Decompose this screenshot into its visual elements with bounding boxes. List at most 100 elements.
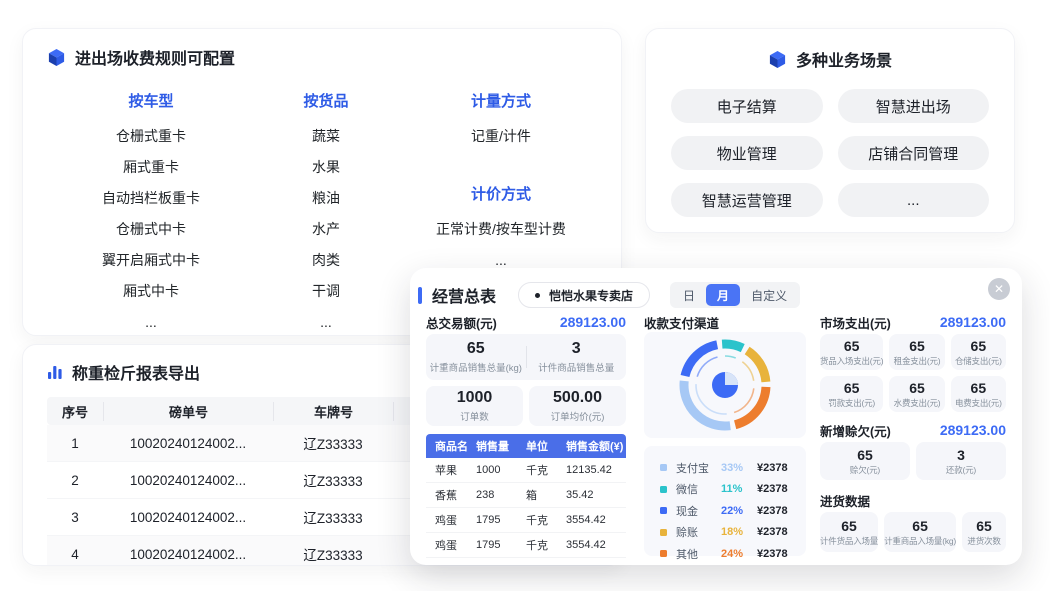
weighing-report-title-row: 称重检斤报表导出 [47, 360, 200, 384]
product-sales-table: 商品名 销售量 单位 销售金额(¥) 苹果 1000 千克 12135.42 香… [426, 434, 626, 558]
fee-item: 正常计费/按车型计费 [411, 214, 591, 245]
fee-item: 自动挡栏板重卡 [61, 183, 241, 214]
expense-card: 65 水费支出(元) [889, 376, 944, 412]
legend-swatch [660, 550, 667, 557]
cell-plate-no: 辽Z33333 [273, 544, 393, 564]
avg-order-card: 500.00 订单均价(元) [529, 386, 626, 426]
cell-plate-no: 辽Z33333 [273, 507, 393, 527]
legend-item-cash: 现金 22% ¥2378 [660, 500, 790, 522]
product-row: 鸡蛋 1795 千克 3554.42 [426, 508, 626, 533]
expense-card: 65 货品入场支出(元) [820, 334, 883, 370]
weight-sales-stat: 65 计重商品销售总量(kg) [426, 340, 526, 374]
fee-col-vehicle-header: 按车型 [61, 87, 241, 121]
fee-item: 粮油 [261, 183, 391, 214]
purchase-card: 65 计件货品入场量 [820, 512, 878, 552]
scenario-button-electronic-settlement[interactable]: 电子结算 [671, 89, 823, 123]
scenario-button-smart-operation[interactable]: 智慧运营管理 [671, 183, 823, 217]
product-row: 苹果 1000 千克 12135.42 [426, 458, 626, 483]
fee-column-goods: 按货品 蔬菜 水果 粮油 水产 肉类 干调 ... [261, 87, 391, 338]
fee-item: 仓栅式重卡 [61, 121, 241, 152]
legend-item-credit: 赊账 18% ¥2378 [660, 522, 790, 544]
product-row: 香蕉 238 箱 35.42 [426, 483, 626, 508]
purchase-data-label: 进货数据 [820, 491, 870, 510]
cell-ticket-no: 10020240124002... [103, 510, 273, 525]
fee-item-more: ... [61, 307, 241, 338]
fee-item: 仓栅式中卡 [61, 214, 241, 245]
scenarios-title: 多种业务场景 [796, 47, 892, 71]
fee-rules-title: 进出场收费规则可配置 [75, 45, 235, 69]
legend-swatch [660, 486, 667, 493]
summary-col-transactions: 总交易额(元) 289123.00 65 计重商品销售总量(kg) 3 计件商品… [426, 268, 626, 565]
fee-col-measure-header: 计量方式 [411, 87, 591, 121]
fee-item: 蔬菜 [261, 121, 391, 152]
payment-channels-label: 收款支付渠道 [644, 313, 719, 332]
credit-card: 65 赊欠(元) [820, 442, 910, 480]
scenario-button-smart-entry-exit[interactable]: 智慧进出场 [838, 89, 990, 123]
weighing-report-title: 称重检斤报表导出 [72, 360, 200, 384]
cube-icon [47, 48, 66, 67]
cell-ticket-no: 10020240124002... [103, 547, 273, 562]
sales-volume-card: 65 计重商品销售总量(kg) 3 计件商品销售总量 [426, 334, 626, 380]
product-row: 鸡蛋 1795 千克 3554.42 [426, 533, 626, 558]
market-expense-label: 市场支出(元) [820, 313, 891, 332]
purchase-card: 65 计重商品入场量(kg) [884, 512, 956, 552]
fee-column-measure-pricing: 计量方式 记重/计件 计价方式 正常计费/按车型计费 ... [411, 87, 591, 276]
credit-cards-grid: 65 赊欠(元) 3 还款(元) [820, 442, 1006, 480]
payment-legend: 支付宝 33% ¥2378 微信 11% ¥2378 现金 22% ¥2378 [644, 446, 806, 556]
payment-donut-chart [675, 335, 775, 435]
payment-donut-card [644, 332, 806, 438]
title-accent-bar [418, 287, 422, 304]
legend-swatch [660, 529, 667, 536]
fee-item: 翼开启厢式中卡 [61, 245, 241, 276]
fee-col-goods-header: 按货品 [261, 87, 391, 121]
fee-item: 肉类 [261, 245, 391, 276]
fee-item: 厢式中卡 [61, 276, 241, 307]
cell-seq: 2 [47, 473, 103, 488]
legend-item-wechat: 微信 11% ¥2378 [660, 479, 790, 501]
fee-item: 水产 [261, 214, 391, 245]
market-expense-value: 289123.00 [940, 314, 1006, 330]
fee-column-vehicle: 按车型 仓栅式重卡 厢式重卡 自动挡栏板重卡 仓栅式中卡 翼开启厢式中卡 厢式中… [61, 87, 241, 338]
fee-item: 记重/计件 [411, 121, 591, 152]
scenario-button-shop-contract[interactable]: 店铺合同管理 [838, 136, 990, 170]
cell-seq: 4 [47, 547, 103, 562]
legend-item-other: 其他 24% ¥2378 [660, 543, 790, 565]
expense-card: 65 仓储支出(元) [951, 334, 1006, 370]
scenario-button-more[interactable]: ... [838, 183, 990, 217]
fee-item: 厢式重卡 [61, 152, 241, 183]
header-plate-no: 车牌号 [273, 402, 393, 421]
legend-item-alipay: 支付宝 33% ¥2378 [660, 457, 790, 479]
order-count-card: 1000 订单数 [426, 386, 523, 426]
expense-card: 65 电费支出(元) [951, 376, 1006, 412]
cell-seq: 3 [47, 510, 103, 525]
fee-col-pricing-header: 计价方式 [411, 180, 591, 214]
piece-sales-stat: 3 计件商品销售总量 [527, 340, 627, 374]
scenarios-grid: 电子结算 智慧进出场 物业管理 店铺合同管理 智慧运营管理 ... [671, 89, 989, 217]
purchase-card: 65 进货次数 [962, 512, 1006, 552]
page: 进出场收费规则可配置 按车型 仓栅式重卡 厢式重卡 自动挡栏板重卡 仓栅式中卡 … [0, 0, 1050, 591]
new-credit-value: 289123.00 [940, 422, 1006, 438]
expense-cards-grid: 65 货品入场支出(元) 65 租金支出(元) 65 仓储支出(元) 65 罚款… [820, 334, 1006, 412]
fee-rules-title-row: 进出场收费规则可配置 [47, 45, 235, 69]
scenarios-title-row: 多种业务场景 [646, 47, 1014, 71]
business-summary-panel: 经营总表 恺恺水果专卖店 日 月 自定义 ✕ 总交易额(元) 289123.00… [410, 268, 1022, 565]
expense-card: 65 租金支出(元) [889, 334, 944, 370]
total-transaction-value: 289123.00 [560, 314, 626, 330]
cell-plate-no: 辽Z33333 [273, 433, 393, 453]
scenarios-panel: 多种业务场景 电子结算 智慧进出场 物业管理 店铺合同管理 智慧运营管理 ... [645, 28, 1015, 233]
summary-col-payment: 收款支付渠道 支付宝 33% ¥2378 微信 11% ¥2378 [644, 268, 806, 565]
bar-chart-icon [47, 364, 63, 380]
cell-ticket-no: 10020240124002... [103, 473, 273, 488]
cell-seq: 1 [47, 436, 103, 451]
fee-item-more: ... [261, 307, 391, 338]
expense-card: 65 罚款支出(元) [820, 376, 883, 412]
total-transaction-label: 总交易额(元) [426, 313, 497, 332]
header-ticket-no: 磅单号 [103, 402, 273, 421]
product-table-header: 商品名 销售量 单位 销售金额(¥) [426, 434, 626, 458]
scenario-button-property-management[interactable]: 物业管理 [671, 136, 823, 170]
purchase-cards-grid: 65 计件货品入场量 65 计重商品入场量(kg) 65 进货次数 [820, 512, 1006, 552]
summary-col-expenses: 市场支出(元) 289123.00 65 货品入场支出(元) 65 租金支出(元… [820, 268, 1006, 565]
repayment-card: 3 还款(元) [916, 442, 1006, 480]
fee-item: 干调 [261, 276, 391, 307]
header-seq: 序号 [47, 402, 103, 421]
